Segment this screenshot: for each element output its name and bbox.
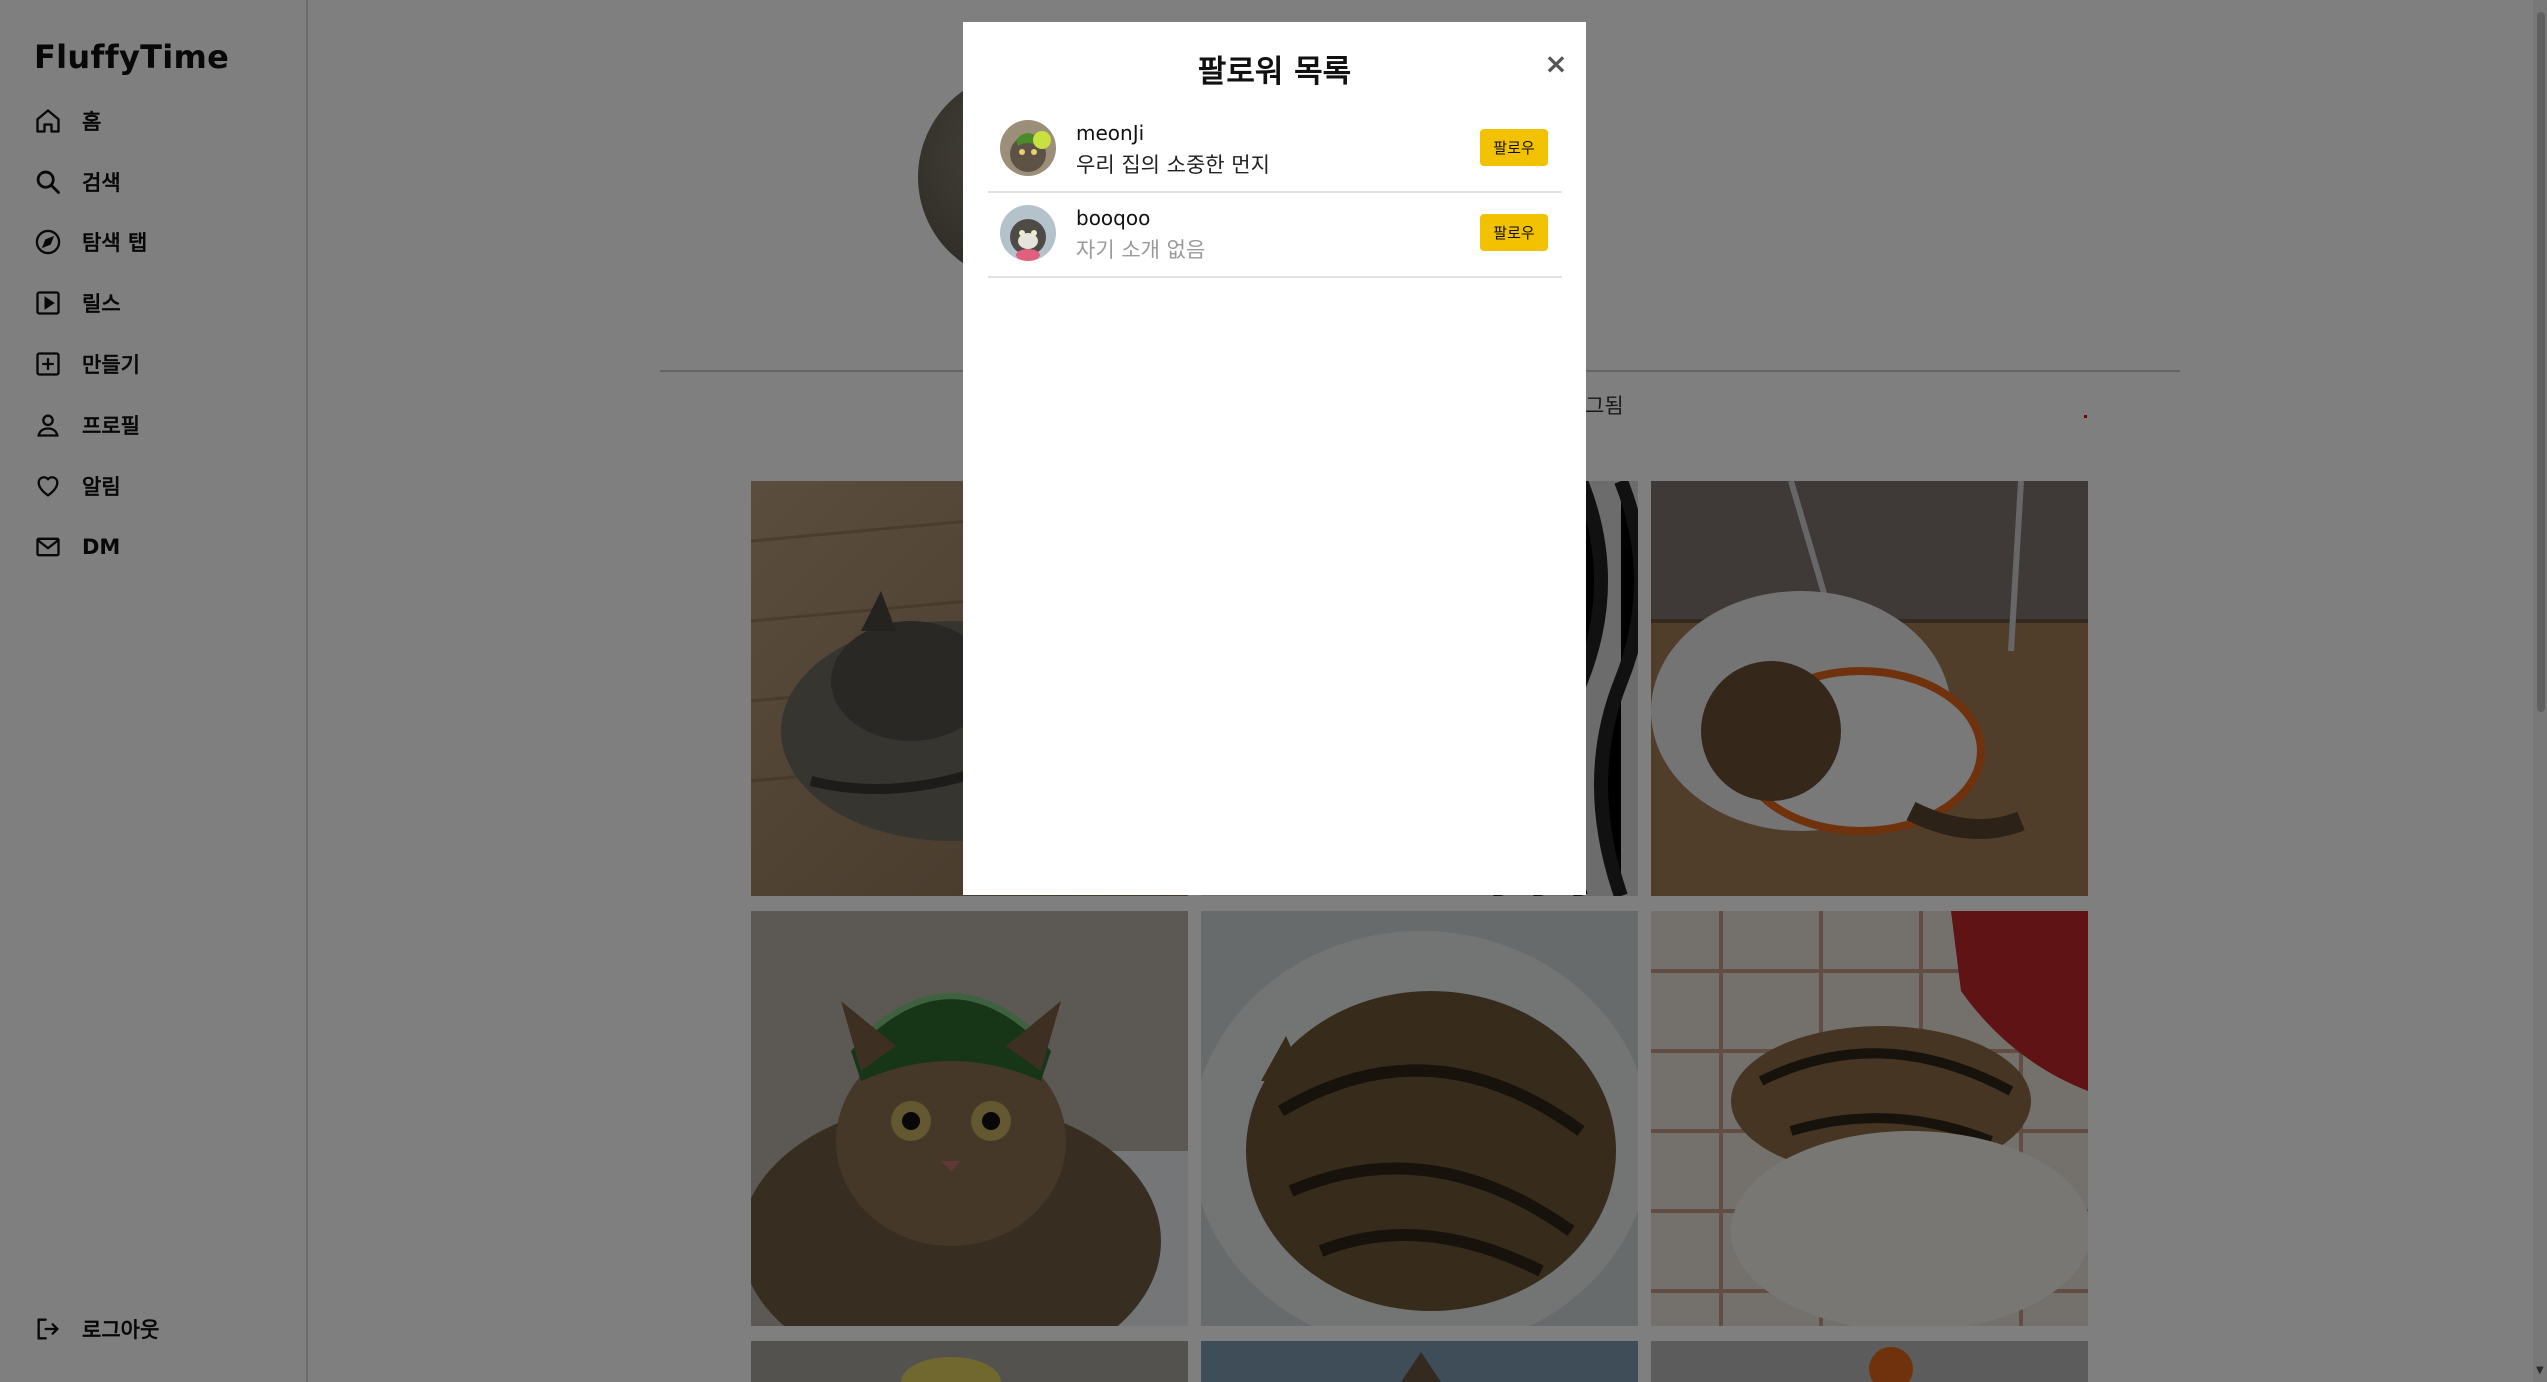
follow-button[interactable]: 팔로우	[1480, 129, 1548, 166]
followers-modal: 팔로워 목록 × meonJi 우리 집의 소중한 먼지 팔로우 booqoo …	[963, 22, 1586, 895]
avatar[interactable]	[1000, 205, 1056, 261]
follower-username[interactable]: meonJi	[1076, 121, 1144, 145]
close-icon[interactable]: ×	[1541, 47, 1571, 80]
follower-bio: 우리 집의 소중한 먼지	[1076, 153, 1270, 177]
modal-title: 팔로워 목록	[1197, 54, 1352, 90]
avatar[interactable]	[1000, 120, 1056, 176]
follow-button[interactable]: 팔로우	[1480, 214, 1548, 251]
follower-row[interactable]: meonJi 우리 집의 소중한 먼지 팔로우	[988, 108, 1562, 193]
follower-bio: 자기 소개 없음	[1076, 238, 1206, 262]
follower-username[interactable]: booqoo	[1076, 206, 1150, 230]
follower-row[interactable]: booqoo 자기 소개 없음 팔로우	[988, 193, 1562, 278]
